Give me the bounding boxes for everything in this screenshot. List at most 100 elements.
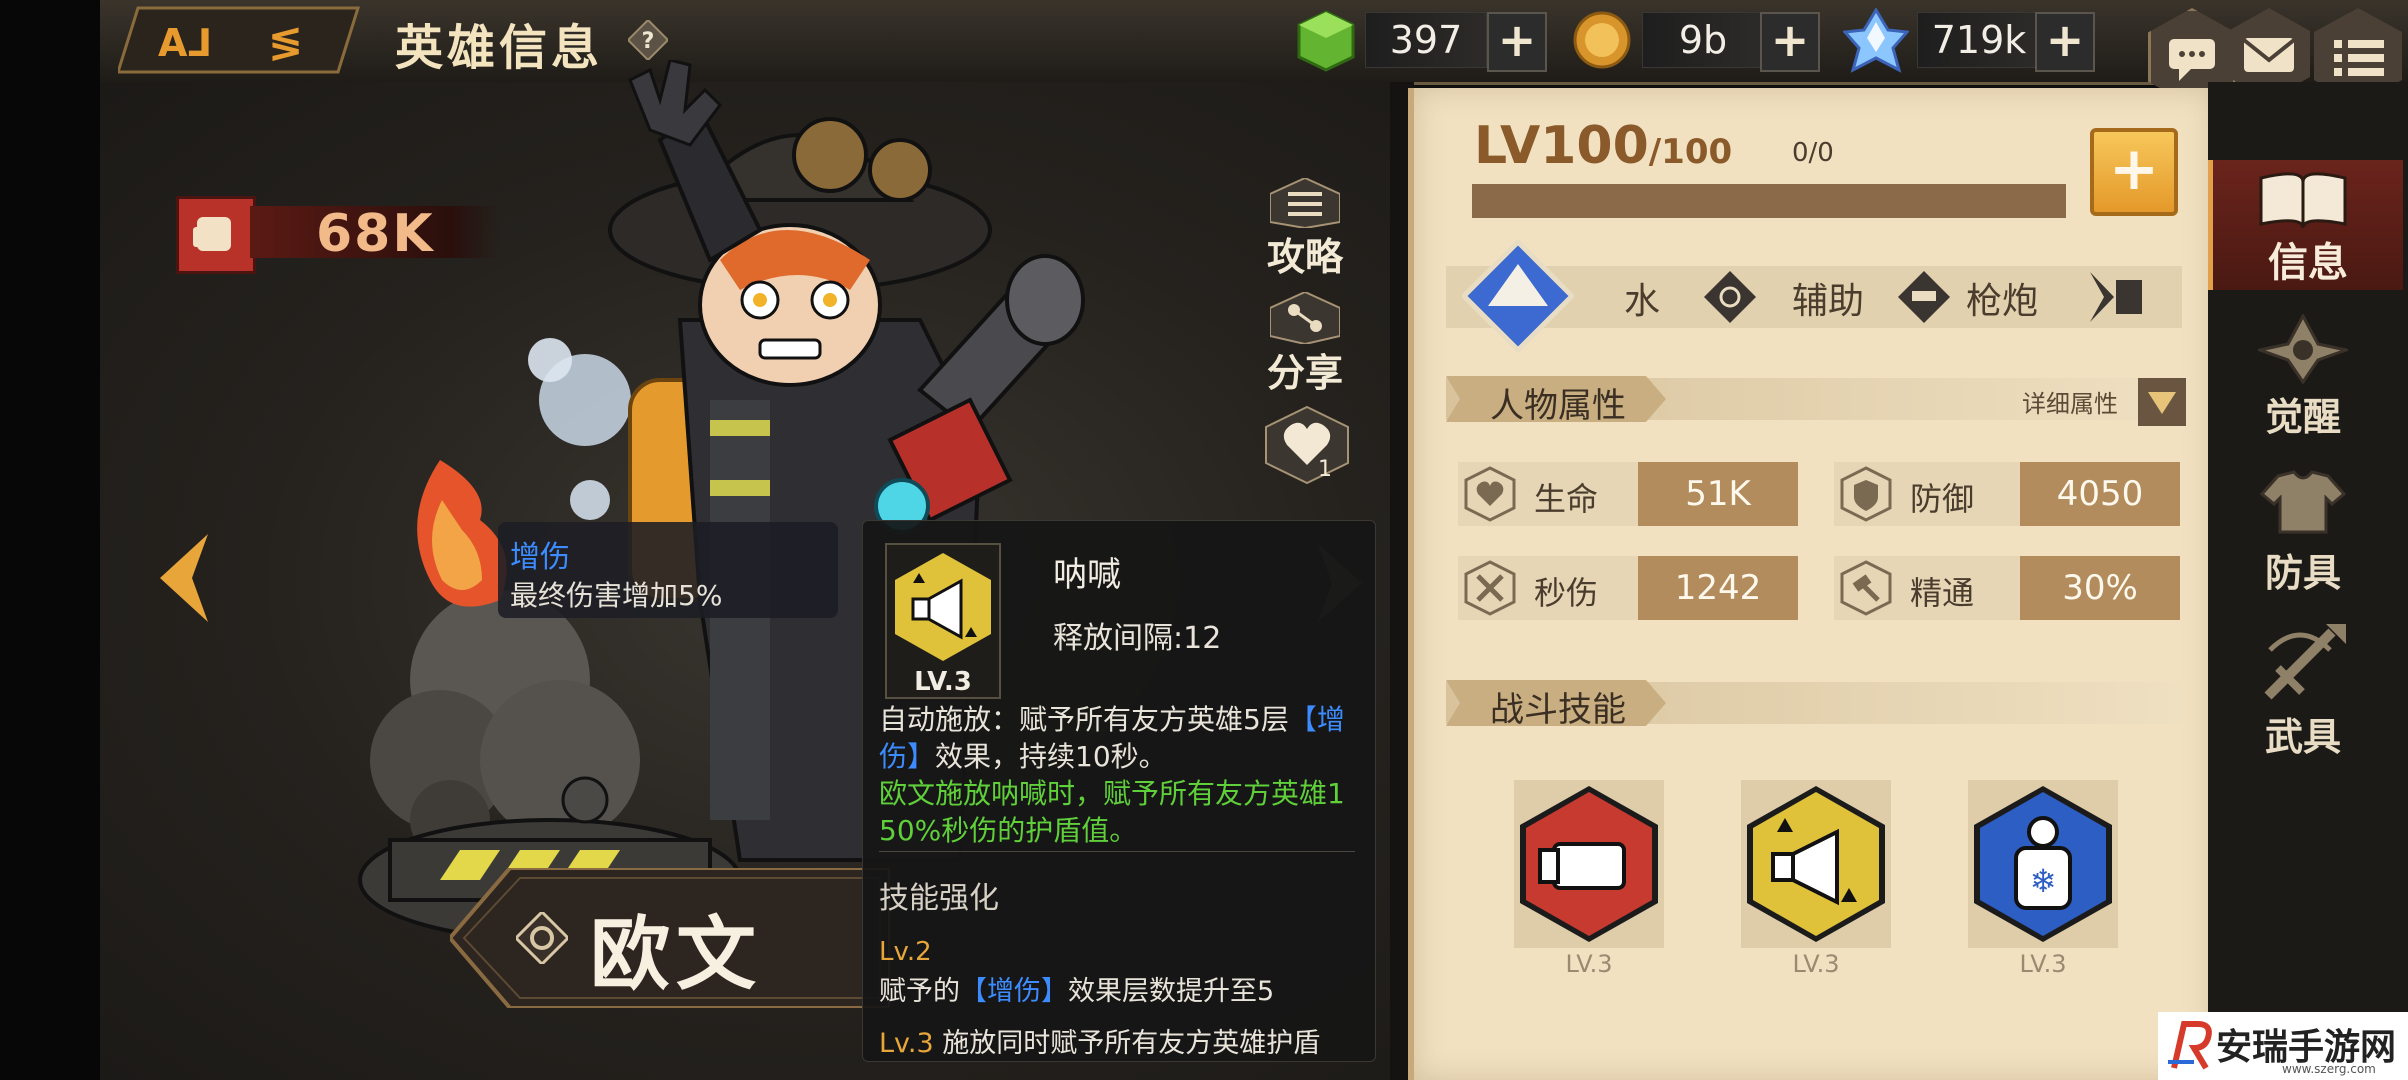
skills-title: 战斗技能	[1490, 690, 1626, 730]
help-button[interactable]: ?	[626, 18, 670, 62]
share-label: 分享	[1266, 351, 1343, 395]
gun-class-icon	[1898, 271, 1950, 323]
stat-dps-label: 秒伤	[1534, 574, 1599, 612]
svg-text:❄: ❄	[2030, 862, 2057, 900]
tab-info-label: 信息	[2268, 240, 2348, 286]
crystal-icon	[1843, 8, 1909, 73]
resource-green-gem: 397	[1295, 8, 1487, 72]
support-role-icon	[1704, 271, 1756, 323]
stat-hp: 生命 51K	[1458, 462, 1798, 526]
buff-title: 增伤	[510, 540, 570, 575]
stat-dps-value: 1242	[1638, 556, 1798, 620]
guide-book-icon	[1269, 176, 1341, 230]
question-icon: ?	[626, 18, 670, 62]
stat-def-label: 防御	[1910, 480, 1975, 518]
tab-weapon[interactable]: 武具	[2208, 620, 2398, 760]
weapon-icon	[2264, 624, 2346, 700]
exp-value: 0/0	[1792, 138, 1834, 168]
awaken-icon	[2258, 314, 2348, 384]
skill-desc-text-1: 自动施放：赋予所有友方英雄5层	[879, 703, 1289, 736]
hero-name: 欧文	[590, 908, 762, 1001]
chevron-down-icon	[2148, 392, 2176, 414]
add-crystal-button[interactable]: +	[2035, 12, 2095, 72]
stat-mastery: 精通 30%	[1834, 556, 2180, 620]
svg-text:?: ?	[642, 29, 655, 54]
skill-slot-2[interactable]: LV.3	[1741, 780, 1891, 980]
tag-support: 辅助	[1792, 281, 1865, 322]
tab-weapon-label: 武具	[2264, 715, 2341, 759]
skill-desc-text-2: 效果，持续10秒。	[935, 740, 1167, 773]
enhance-lv3-label: Lv.3	[879, 1028, 934, 1059]
attr-detail-toggle[interactable]	[2138, 378, 2186, 426]
prev-hero-button[interactable]	[148, 530, 218, 626]
enhance-lv2-text: 赋予的【增伤】效果层数提升至5	[879, 969, 1274, 1008]
buff-tooltip: 增伤 最终伤害增加5%	[498, 522, 838, 618]
guide-label: 攻略	[1266, 235, 1343, 279]
skill-description: 自动施放：赋予所有友方英雄5层【增伤】效果，持续10秒。 欧文施放呐喊时，赋予所…	[879, 701, 1355, 849]
level-max: /100	[1648, 132, 1733, 172]
skill-3-level: LV.3	[2019, 950, 2067, 978]
add-green-gem-button[interactable]: +	[1487, 12, 1547, 72]
element-icon	[513, 909, 571, 967]
green-gem-value: 397	[1365, 12, 1487, 68]
stat-def-value: 4050	[2020, 462, 2180, 526]
tag-gun: 枪炮	[1966, 281, 2039, 322]
shield-icon	[1838, 466, 1894, 522]
tab-awaken[interactable]: 觉醒	[2208, 310, 2398, 440]
enhance-lv2-suffix: 效果层数提升至5	[1068, 976, 1275, 1007]
skill-interval: 释放间隔:12	[1053, 621, 1222, 656]
hero-info-screen: A⅃ ≶ 英雄信息 ? 397 + 9b + 719k + 68K 攻略 分享 …	[0, 0, 2408, 1080]
watermark-logo-icon	[2168, 1021, 2212, 1070]
tab-armor[interactable]: 防具	[2208, 468, 2398, 598]
watermark: 安瑞手游网 www.szerg.com	[2158, 1012, 2408, 1080]
svg-text:A⅃: A⅃	[158, 21, 212, 65]
share-button[interactable]: 分享	[1255, 290, 1355, 395]
resource-gold-coin: 9b	[1572, 8, 1764, 72]
water-element-icon	[1460, 238, 1576, 354]
level-up-button[interactable]: +	[2090, 128, 2178, 216]
enhance-lv2-label: Lv.2	[879, 937, 932, 967]
enhance-lv3-text: 施放同时赋予所有友方英雄护盾	[942, 1028, 1321, 1059]
gold-coin-icon	[1573, 11, 1631, 69]
attr-detail-link[interactable]: 详细属性	[2022, 384, 2118, 419]
stat-hp-label: 生命	[1534, 480, 1599, 518]
enhance-lv3: Lv.3 施放同时赋予所有友方英雄护盾	[879, 1021, 1320, 1060]
favorite-count: 1	[1318, 457, 1332, 482]
swords-icon	[1462, 560, 1518, 616]
crystal-value: 719k	[1917, 12, 2041, 68]
level-value: LV100	[1474, 116, 1649, 176]
level-display: LV100/100	[1474, 116, 1732, 176]
attr-title: 人物属性	[1490, 386, 1626, 426]
armor-icon	[2259, 470, 2347, 534]
skill-level-badge: LV.3	[914, 667, 972, 697]
stat-def: 防御 4050	[1834, 462, 2180, 526]
tab-info[interactable]: 信息	[2208, 160, 2403, 290]
skill-detail-popup: LV.3 呐喊 释放间隔:12 自动施放：赋予所有友方英雄5层【增伤】效果，持续…	[862, 520, 1376, 1062]
left-letterbox	[0, 0, 100, 1080]
stat-mastery-label: 精通	[1910, 574, 1975, 612]
fist-icon	[176, 196, 256, 274]
gold-coin-value: 9b	[1642, 12, 1764, 68]
skill-desc-bonus: 欧文施放呐喊时，赋予所有友方英雄150%秒伤的护盾值。	[879, 777, 1345, 847]
buff-desc: 最终伤害增加5%	[510, 579, 723, 612]
enhance-title: 技能强化	[879, 881, 999, 916]
info-panel: LV100/100 0/0 + 水 辅助 枪炮 人物属性 详细属性 生命 51K…	[1408, 88, 2214, 1080]
skill-icon-frame: LV.3	[885, 543, 1001, 699]
favorite-button[interactable]: 1	[1262, 405, 1352, 485]
skill-slot-3[interactable]: ❄ LV.3	[1968, 780, 2118, 980]
green-gem-icon	[1297, 10, 1355, 72]
stat-dps: 秒伤 1242	[1458, 556, 1798, 620]
exp-bar	[1472, 184, 2066, 218]
hero-name-plate: 欧文	[450, 868, 890, 1008]
enhance-lv2-buff: 【增伤】	[960, 976, 1068, 1007]
add-gold-button[interactable]: +	[1760, 12, 1820, 72]
divider	[879, 851, 1355, 852]
stat-hp-value: 51K	[1638, 462, 1798, 526]
book-icon	[2259, 172, 2347, 229]
svg-text:≶: ≶	[268, 17, 303, 66]
watermark-url: www.szerg.com	[2282, 1062, 2376, 1076]
skill-slot-1[interactable]: LV.3	[1514, 780, 1664, 980]
guide-button[interactable]: 攻略	[1255, 176, 1355, 279]
resource-crystal: 719k	[1843, 8, 2043, 73]
hammer-icon	[1838, 560, 1894, 616]
